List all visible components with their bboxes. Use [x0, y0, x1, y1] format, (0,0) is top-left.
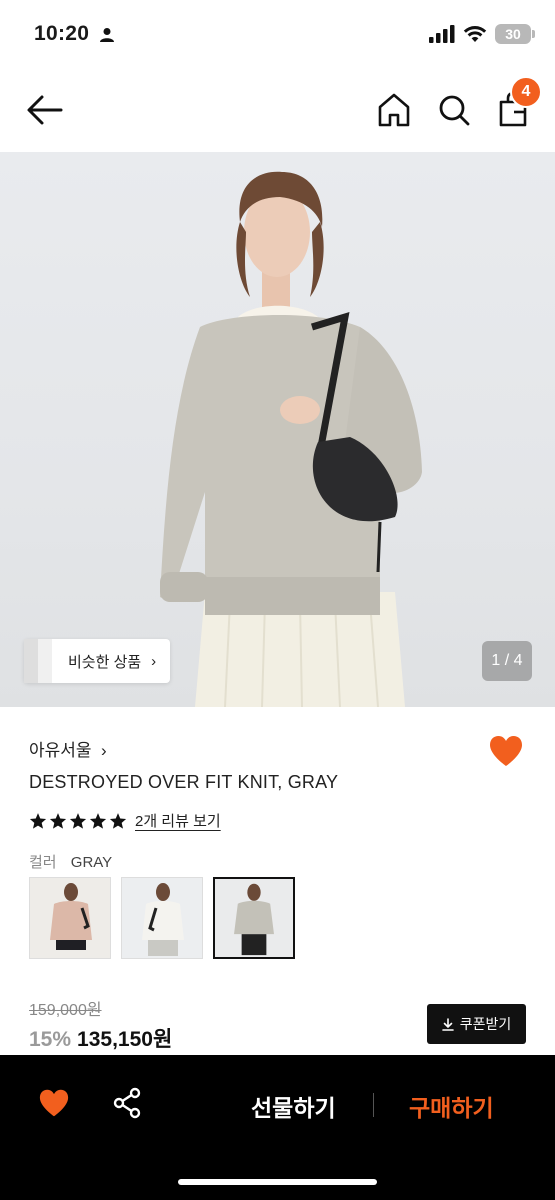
- swatch-gray-image: [234, 883, 274, 956]
- status-bar: 10:20 30: [0, 0, 555, 70]
- heart-icon[interactable]: [38, 1088, 70, 1118]
- price-row: 15% 135,150원: [29, 1023, 172, 1053]
- battery-level: 30: [505, 26, 521, 42]
- sale-price: 135,150원: [77, 1028, 173, 1051]
- similar-products-button[interactable]: 비슷한 상품 ›: [24, 639, 171, 683]
- battery-icon: 30: [495, 24, 535, 44]
- star-icon: [69, 812, 87, 829]
- bottom-action-bar: 선물하기 구매하기: [0, 1055, 555, 1200]
- star-icon: [29, 812, 47, 829]
- signal-icon: [429, 25, 455, 43]
- product-title: DESTROYED OVER FIT KNIT, GRAY: [29, 772, 339, 792]
- home-indicator: [178, 1179, 377, 1185]
- swatch-pink-image: [50, 883, 92, 950]
- swatch-white-image: [142, 883, 184, 956]
- original-price: 159,000원: [29, 1002, 102, 1019]
- color-value: GRAY: [70, 854, 113, 871]
- top-nav: 4: [0, 70, 555, 152]
- person-icon: [100, 28, 114, 42]
- cart-badge: 4: [510, 76, 542, 108]
- brand-link[interactable]: 아유서울 ›: [29, 736, 107, 761]
- rating-stars: [29, 812, 127, 830]
- similar-products-label: 비슷한 상품: [68, 653, 142, 671]
- share-icon[interactable]: [112, 1087, 142, 1119]
- similar-thumbnails: [24, 639, 52, 683]
- status-icons: 30: [429, 24, 535, 44]
- swatch-white[interactable]: [121, 877, 203, 959]
- coupon-button[interactable]: 쿠폰받기: [427, 1004, 526, 1044]
- product-image[interactable]: 비슷한 상품 › 1 / 4: [0, 152, 555, 707]
- star-icon: [49, 812, 67, 829]
- back-arrow-icon[interactable]: [26, 94, 64, 126]
- image-page-indicator: 1 / 4: [482, 641, 532, 681]
- coupon-label: 쿠폰받기: [459, 1016, 512, 1032]
- swatch-gray[interactable]: [213, 877, 295, 959]
- star-icon: [109, 812, 127, 829]
- status-time: 10:20: [34, 22, 90, 45]
- chevron-right-icon: ›: [151, 652, 157, 670]
- gift-button[interactable]: 선물하기: [251, 1089, 336, 1123]
- wifi-icon: [463, 26, 487, 42]
- buy-button[interactable]: 구매하기: [409, 1089, 494, 1123]
- product-photo: [160, 171, 422, 707]
- discount-rate: 15%: [29, 1028, 72, 1051]
- brand-name: 아유서울: [29, 741, 92, 760]
- heart-icon[interactable]: [488, 734, 524, 768]
- divider: [373, 1093, 374, 1117]
- rating-row: 2개 리뷰 보기: [29, 810, 221, 831]
- home-icon[interactable]: [377, 92, 411, 128]
- search-icon[interactable]: [437, 92, 471, 128]
- reviews-link[interactable]: 2개 리뷰 보기: [135, 810, 221, 831]
- color-row: 컬러 GRAY: [29, 851, 112, 872]
- swatch-pink[interactable]: [29, 877, 111, 959]
- color-label: 컬러: [29, 854, 57, 871]
- color-swatches: [29, 877, 295, 959]
- chevron-right-icon: ›: [96, 741, 107, 760]
- download-icon: [441, 1017, 454, 1031]
- star-icon: [89, 812, 107, 829]
